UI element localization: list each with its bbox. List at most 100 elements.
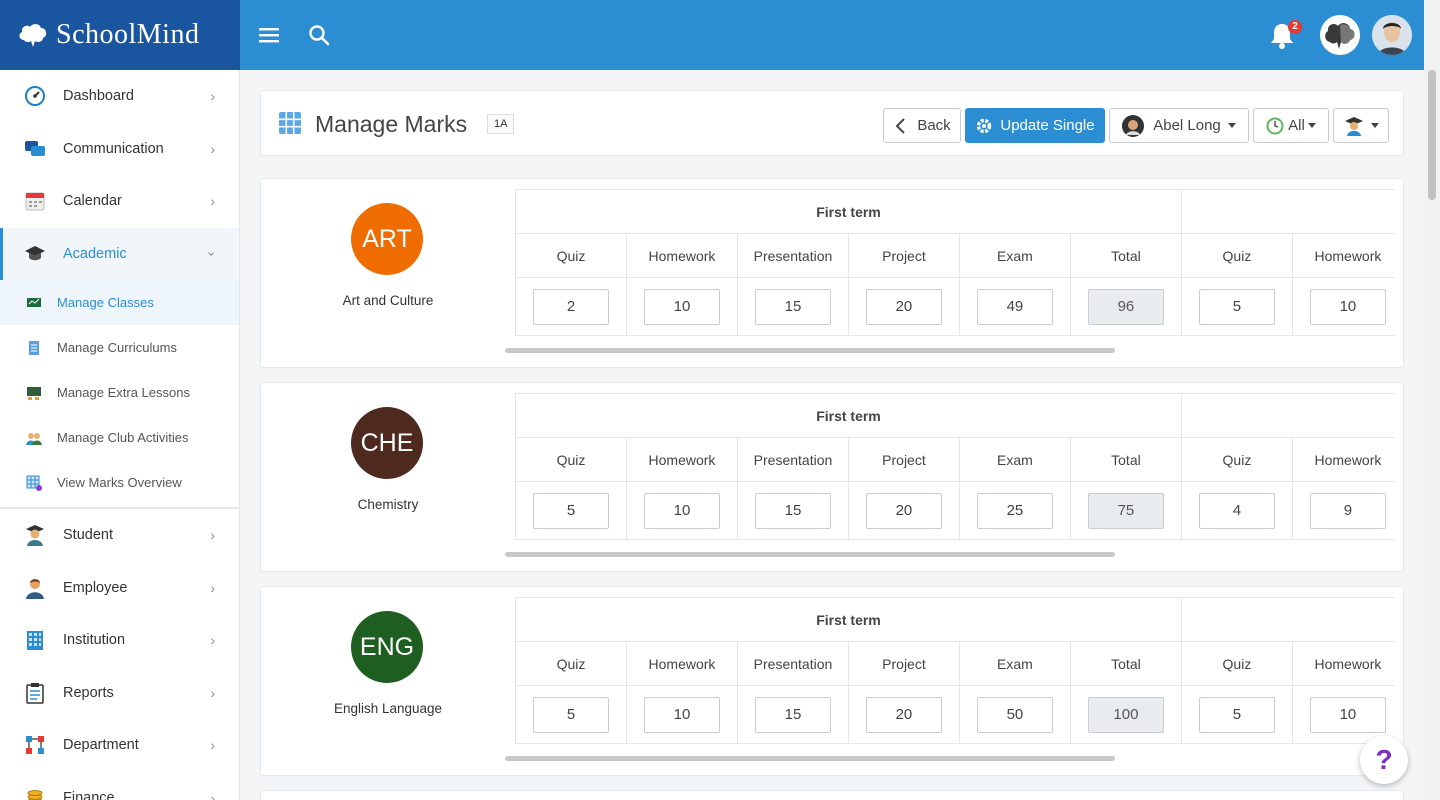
- menu-icon[interactable]: [256, 22, 282, 48]
- mark-cell: 15: [736, 277, 849, 336]
- submenu-label: View Marks Overview: [57, 475, 182, 490]
- horizontal-scrollbar[interactable]: [505, 552, 1115, 557]
- column-header: Quiz: [515, 233, 627, 278]
- mark-input[interactable]: 5: [532, 492, 609, 529]
- chevron-right-icon: ›: [210, 579, 215, 596]
- caret-down-icon: [1227, 123, 1236, 128]
- mark-input[interactable]: 20: [865, 696, 942, 733]
- sidebar-item-academic[interactable]: Academic ›: [0, 227, 239, 280]
- mark-cell: 96: [1069, 277, 1182, 336]
- filter-label: All: [1288, 117, 1305, 134]
- academic-submenu: Manage Classes Manage Curriculums Manage…: [0, 280, 239, 509]
- mark-input[interactable]: 20: [865, 492, 942, 529]
- student-select[interactable]: Abel Long: [1109, 108, 1249, 143]
- mark-input[interactable]: 20: [865, 288, 942, 325]
- mark-cell: 4: [1180, 481, 1293, 540]
- horizontal-scrollbar[interactable]: [505, 348, 1115, 353]
- filter-select[interactable]: All: [1253, 108, 1329, 143]
- user-avatar[interactable]: [1372, 15, 1412, 55]
- search-icon[interactable]: [306, 22, 332, 48]
- sidebar-item-institution[interactable]: Institution ›: [0, 614, 239, 667]
- sidebar-item-dashboard[interactable]: Dashboard ›: [0, 70, 239, 123]
- mark-input[interactable]: 5: [532, 696, 609, 733]
- submenu-label: Manage Curriculums: [57, 340, 177, 355]
- mark-input[interactable]: 15: [754, 696, 831, 733]
- submenu-manage-extra-lessons[interactable]: Manage Extra Lessons: [0, 370, 239, 415]
- sidebar-item-student[interactable]: Student ›: [0, 509, 239, 562]
- chevron-right-icon: ›: [210, 789, 215, 800]
- mark-input[interactable]: 15: [754, 288, 831, 325]
- subject-name: Chemistry: [357, 497, 419, 512]
- role-select[interactable]: [1333, 108, 1389, 143]
- sidebar-item-employee[interactable]: Employee ›: [0, 562, 239, 615]
- graduation-cap-icon: [24, 243, 46, 265]
- classroom-icon: [27, 297, 41, 307]
- sidebar-item-communication[interactable]: Communication ›: [0, 123, 239, 176]
- marks-table: First term Quiz Homework Presentation Projec…: [515, 393, 1395, 540]
- mark-input[interactable]: 10: [643, 696, 720, 733]
- sidebar-item-finance[interactable]: Finance ›: [0, 772, 239, 800]
- mark-input[interactable]: 2: [532, 288, 609, 325]
- mark-cell: 5: [515, 685, 627, 744]
- mark-input[interactable]: 49: [976, 288, 1053, 325]
- mark-input[interactable]: 50: [976, 696, 1053, 733]
- mark-cell: 20: [847, 685, 960, 744]
- employee-icon: [24, 577, 46, 599]
- clock-icon: [1266, 117, 1284, 134]
- subject-card: ART Art and Culture First term Quiz Homework…: [260, 178, 1404, 368]
- submenu-label: Manage Extra Lessons: [57, 385, 190, 400]
- dashboard-icon: [24, 85, 46, 107]
- submenu-view-marks-overview[interactable]: View Marks Overview: [0, 460, 239, 505]
- sidebar-item-label: Institution: [63, 632, 126, 649]
- sidebar-item-label: Department: [63, 737, 139, 754]
- sidebar-item-department[interactable]: Department ›: [0, 719, 239, 772]
- top-bar: 2: [240, 0, 1424, 70]
- sidebar-item-reports[interactable]: Reports ›: [0, 667, 239, 720]
- sidebar-item-label: Dashboard: [63, 88, 134, 105]
- column-header: Presentation: [736, 437, 849, 482]
- brand-logo[interactable]: SchoolMind: [0, 0, 240, 70]
- column-header: Homework: [1291, 233, 1395, 278]
- mark-cell: 10: [625, 277, 738, 336]
- column-header: Exam: [958, 641, 1071, 686]
- chevron-right-icon: ›: [210, 527, 215, 544]
- user-photo-icon: [1372, 15, 1412, 55]
- term-header: First term: [515, 393, 1182, 438]
- mark-input[interactable]: 5: [1198, 288, 1275, 325]
- notifications-button[interactable]: 2: [1268, 20, 1302, 50]
- school-avatar[interactable]: [1320, 15, 1360, 55]
- mark-input[interactable]: 10: [643, 492, 720, 529]
- submenu-manage-club-activities[interactable]: Manage Club Activities: [0, 415, 239, 460]
- update-single-button[interactable]: Update Single: [965, 108, 1105, 143]
- update-single-label: Update Single: [1000, 117, 1095, 134]
- term-header: [1180, 597, 1395, 642]
- mark-input[interactable]: 9: [1309, 492, 1386, 529]
- subject-badge: CHE: [351, 407, 423, 479]
- sidebar-item-calendar[interactable]: Calendar ›: [0, 175, 239, 228]
- submenu-manage-classes[interactable]: Manage Classes: [0, 280, 239, 325]
- mark-cell: 2: [515, 277, 627, 336]
- sidebar-item-label: Finance: [63, 789, 115, 800]
- mark-cell: 10: [1291, 277, 1395, 336]
- submenu-manage-curriculums[interactable]: Manage Curriculums: [0, 325, 239, 370]
- mark-input[interactable]: 25: [976, 492, 1053, 529]
- student-name: Abel Long: [1153, 117, 1221, 134]
- mark-input[interactable]: 10: [643, 288, 720, 325]
- mark-input[interactable]: 15: [754, 492, 831, 529]
- grid-icon: [26, 475, 42, 491]
- graduate-icon: [1344, 116, 1363, 136]
- scrollbar-thumb[interactable]: [1428, 70, 1436, 200]
- total-field: 100: [1087, 696, 1164, 733]
- subject-badge: ART: [351, 203, 423, 275]
- mark-input[interactable]: 10: [1309, 696, 1386, 733]
- horizontal-scrollbar[interactable]: [505, 756, 1115, 761]
- back-button[interactable]: Back: [883, 108, 961, 143]
- app-name: SchoolMind: [56, 19, 200, 50]
- mark-input[interactable]: 10: [1309, 288, 1386, 325]
- page-scrollbar[interactable]: [1424, 0, 1440, 800]
- mark-input[interactable]: 4: [1198, 492, 1275, 529]
- mark-input[interactable]: 5: [1198, 696, 1275, 733]
- help-button[interactable]: ?: [1360, 736, 1408, 784]
- marks-table-wrapper: First term Quiz Homework Presentation Projec…: [515, 597, 1395, 745]
- chevron-right-icon: ›: [210, 88, 215, 105]
